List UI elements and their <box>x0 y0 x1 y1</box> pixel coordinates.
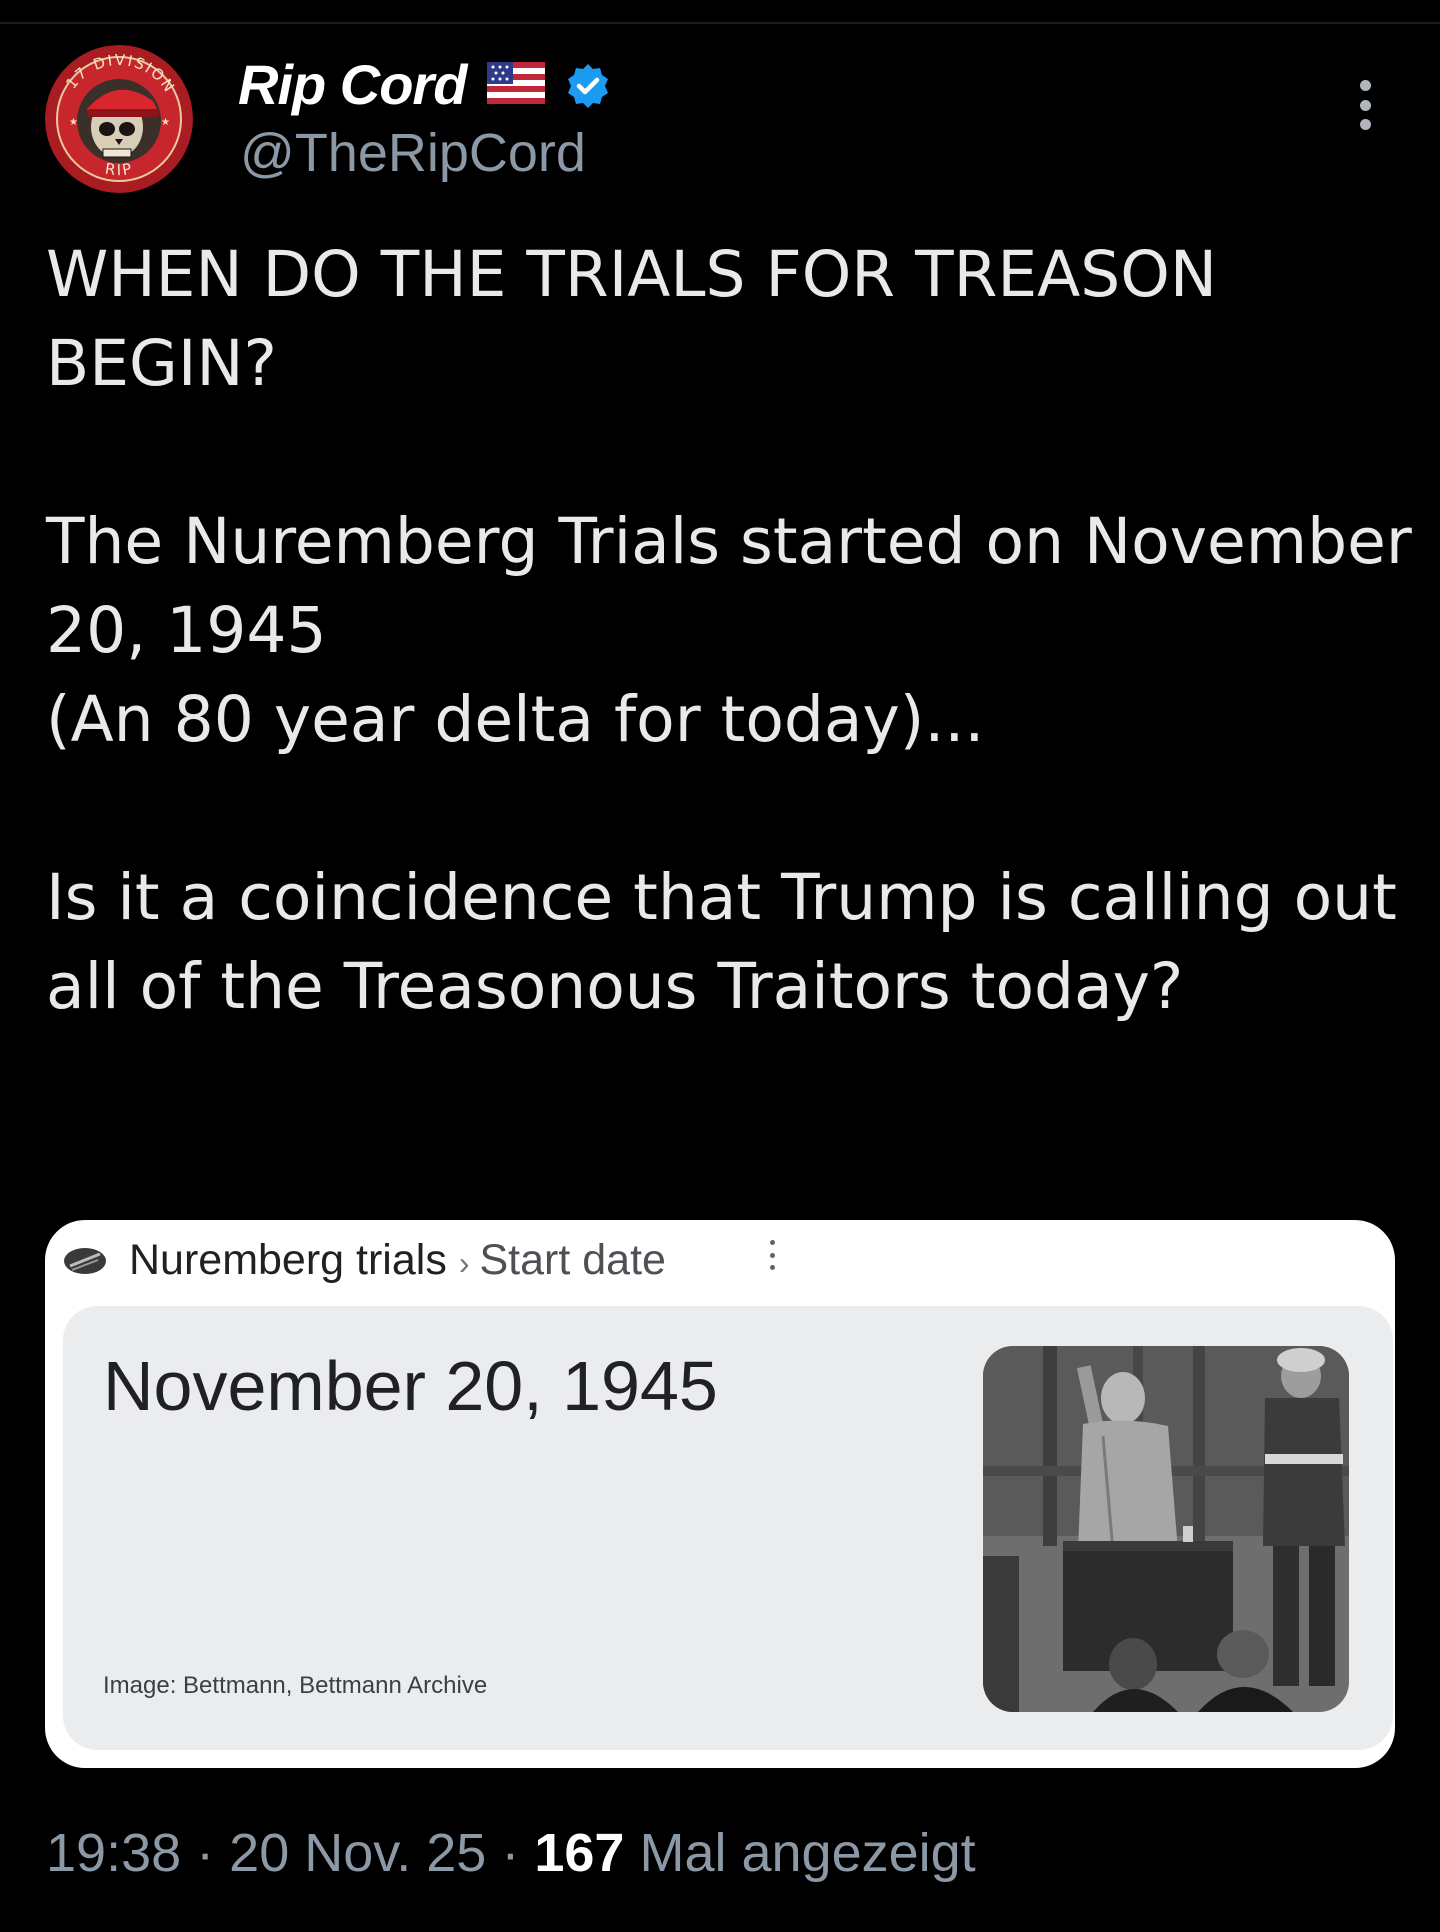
tweet-text-line: all of the Treasonous Traitors today? <box>46 950 1184 1023</box>
breadcrumb-item-topic: Nuremberg trials <box>129 1236 447 1284</box>
tweet-text-line: BEGIN? <box>46 327 277 400</box>
tweet-text-line: The Nuremberg Trials started on November <box>46 505 1412 578</box>
tweet-text-line: WHEN DO THE TRIALS FOR TREASON <box>46 238 1217 311</box>
meta-separator: · <box>501 1823 520 1883</box>
verified-badge-icon[interactable] <box>564 62 612 110</box>
answer-panel: November 20, 1945 Image: Bettmann, Bettm… <box>63 1306 1393 1750</box>
breadcrumb: Nuremberg trials › Start date <box>129 1228 666 1295</box>
views-label: Mal angezeigt <box>639 1823 976 1883</box>
meta-separator: · <box>196 1823 215 1883</box>
top-divider <box>0 22 1440 24</box>
tweet-date[interactable]: 20 Nov. 25 <box>229 1823 486 1883</box>
tweet-text: WHEN DO THE TRIALS FOR TREASON BEGIN? Th… <box>46 230 1416 1031</box>
avatar-skull-emblem-icon: 17 DIVISION RIP ★ ★ <box>45 45 193 193</box>
tweet-text-line: (An 80 year delta for today)... <box>46 683 985 756</box>
tweet-time[interactable]: 19:38 <box>46 1823 181 1883</box>
source-favicon-icon <box>62 1246 108 1276</box>
display-name[interactable]: Rip Cord <box>238 52 467 117</box>
trial-photo-image <box>983 1346 1349 1712</box>
image-credit: Image: Bettmann, Bettmann Archive <box>103 1672 488 1699</box>
more-options-icon[interactable] <box>1350 80 1380 130</box>
user-handle[interactable]: @TheRipCord <box>240 122 586 184</box>
answer-value: November 20, 1945 <box>103 1347 718 1425</box>
svg-text:★: ★ <box>69 117 78 128</box>
avatar[interactable]: 17 DIVISION RIP ★ ★ <box>45 45 193 193</box>
views-count[interactable]: 167 <box>534 1823 624 1883</box>
tweet-metadata: 19:38 · 20 Nov. 25 · 167 Mal angezeigt <box>46 1822 976 1884</box>
breadcrumb-separator: › <box>458 1245 470 1281</box>
attached-image-card[interactable]: Nuremberg trials › Start date November 20,… <box>45 1220 1395 1768</box>
tweet-text-line: 20, 1945 <box>46 594 327 667</box>
svg-text:★: ★ <box>161 117 170 128</box>
breadcrumb-item-attribute: Start date <box>479 1236 666 1284</box>
tweet-text-line: Is it a coincidence that Trump is callin… <box>46 861 1397 934</box>
us-flag-icon <box>487 62 545 104</box>
kebab-menu-icon <box>767 1240 777 1270</box>
